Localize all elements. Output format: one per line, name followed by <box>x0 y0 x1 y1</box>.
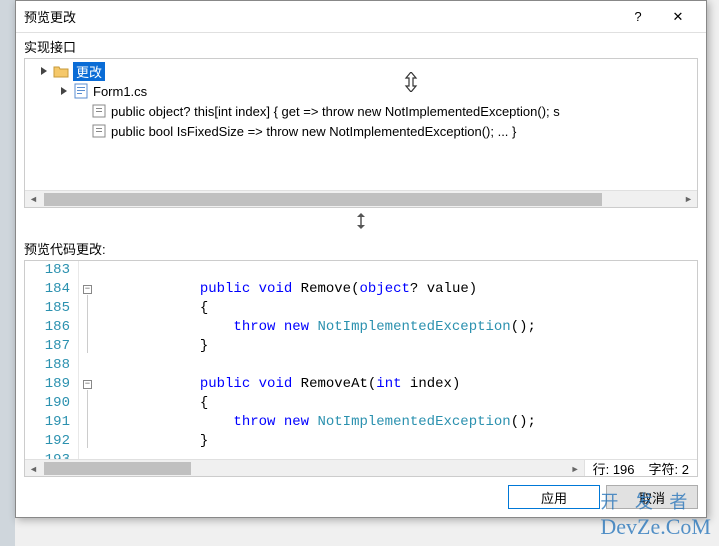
line-number: 190 <box>33 394 70 413</box>
code-line <box>99 356 697 375</box>
resize-handle[interactable] <box>16 208 706 235</box>
code-line: throw new NotImplementedException(); <box>99 413 697 432</box>
line-number: 187 <box>33 337 70 356</box>
scroll-right-icon[interactable]: ► <box>567 460 584 477</box>
code-horizontal-scrollbar[interactable] <box>42 460 567 476</box>
editor-status: 行: 196 字符: 2 <box>584 460 697 476</box>
close-button[interactable]: ✕ <box>658 3 698 31</box>
apply-button[interactable]: 应用 <box>508 485 600 509</box>
cancel-button[interactable]: 取消 <box>606 485 698 509</box>
code-line: } <box>99 432 697 451</box>
tree-file-label: Form1.cs <box>93 84 147 99</box>
code-editor[interactable]: 183184185186187188189190191192193 − − pu… <box>25 261 697 459</box>
line-number: 184 <box>33 280 70 299</box>
line-number: 192 <box>33 432 70 451</box>
tree-member-row[interactable]: public bool IsFixedSize => throw new Not… <box>25 121 697 141</box>
expander-icon[interactable] <box>39 65 51 77</box>
code-line: throw new NotImplementedException(); <box>99 318 697 337</box>
code-section-label: 预览代码更改: <box>16 235 706 260</box>
scroll-right-icon[interactable]: ► <box>680 191 697 208</box>
line-number: 186 <box>33 318 70 337</box>
line-number: 183 <box>33 261 70 280</box>
code-text[interactable]: public void Remove(object? value) { thro… <box>99 261 697 459</box>
code-line: } <box>99 337 697 356</box>
status-line: 行: 196 <box>593 459 635 478</box>
help-button[interactable]: ? <box>618 3 658 31</box>
fold-box-icon[interactable]: − <box>83 285 92 294</box>
preview-changes-dialog: 预览更改 ? ✕ 实现接口 更改 Form1.c <box>15 0 707 518</box>
tree-horizontal-scrollbar[interactable]: ◄ ► <box>25 190 697 207</box>
line-number: 191 <box>33 413 70 432</box>
resize-handle-overlay[interactable] <box>404 72 418 95</box>
tree-member-label: public bool IsFixedSize => throw new Not… <box>111 124 516 139</box>
tree-member-row[interactable]: public object? this[int index] { get => … <box>25 101 697 121</box>
status-char: 字符: 2 <box>649 459 689 478</box>
dialog-title: 预览更改 <box>24 7 618 26</box>
line-number: 193 <box>33 451 70 459</box>
code-line: { <box>99 394 697 413</box>
titlebar: 预览更改 ? ✕ <box>16 1 706 33</box>
scroll-left-icon[interactable]: ◄ <box>25 460 42 477</box>
line-number: 189 <box>33 375 70 394</box>
code-preview-panel: 183184185186187188189190191192193 − − pu… <box>24 260 698 477</box>
line-number: 188 <box>33 356 70 375</box>
changes-tree: 更改 Form1.cs public object? this[int inde… <box>24 58 698 208</box>
csharp-file-icon <box>73 83 89 99</box>
scroll-left-icon[interactable]: ◄ <box>25 191 42 208</box>
line-number: 185 <box>33 299 70 318</box>
dialog-buttons: 应用 取消 <box>16 477 706 517</box>
tree-section-label: 实现接口 <box>16 33 706 58</box>
outline-column[interactable]: − − <box>79 261 99 459</box>
tree-member-label: public object? this[int index] { get => … <box>111 104 560 119</box>
resize-vertical-icon <box>354 212 368 230</box>
tree-content[interactable]: 更改 Form1.cs public object? this[int inde… <box>25 59 697 190</box>
tree-root-row[interactable]: 更改 <box>25 61 697 81</box>
member-icon <box>91 123 107 139</box>
code-line <box>99 261 697 280</box>
code-line: public void Remove(object? value) <box>99 280 697 299</box>
folder-icon <box>53 64 69 78</box>
line-number-gutter: 183184185186187188189190191192193 <box>25 261 79 459</box>
code-line: public void RemoveAt(int index) <box>99 375 697 394</box>
expander-icon[interactable] <box>59 85 71 97</box>
tree-root-label: 更改 <box>73 62 105 81</box>
code-line: { <box>99 299 697 318</box>
fold-box-icon[interactable]: − <box>83 380 92 389</box>
tree-file-row[interactable]: Form1.cs <box>25 81 697 101</box>
member-icon <box>91 103 107 119</box>
